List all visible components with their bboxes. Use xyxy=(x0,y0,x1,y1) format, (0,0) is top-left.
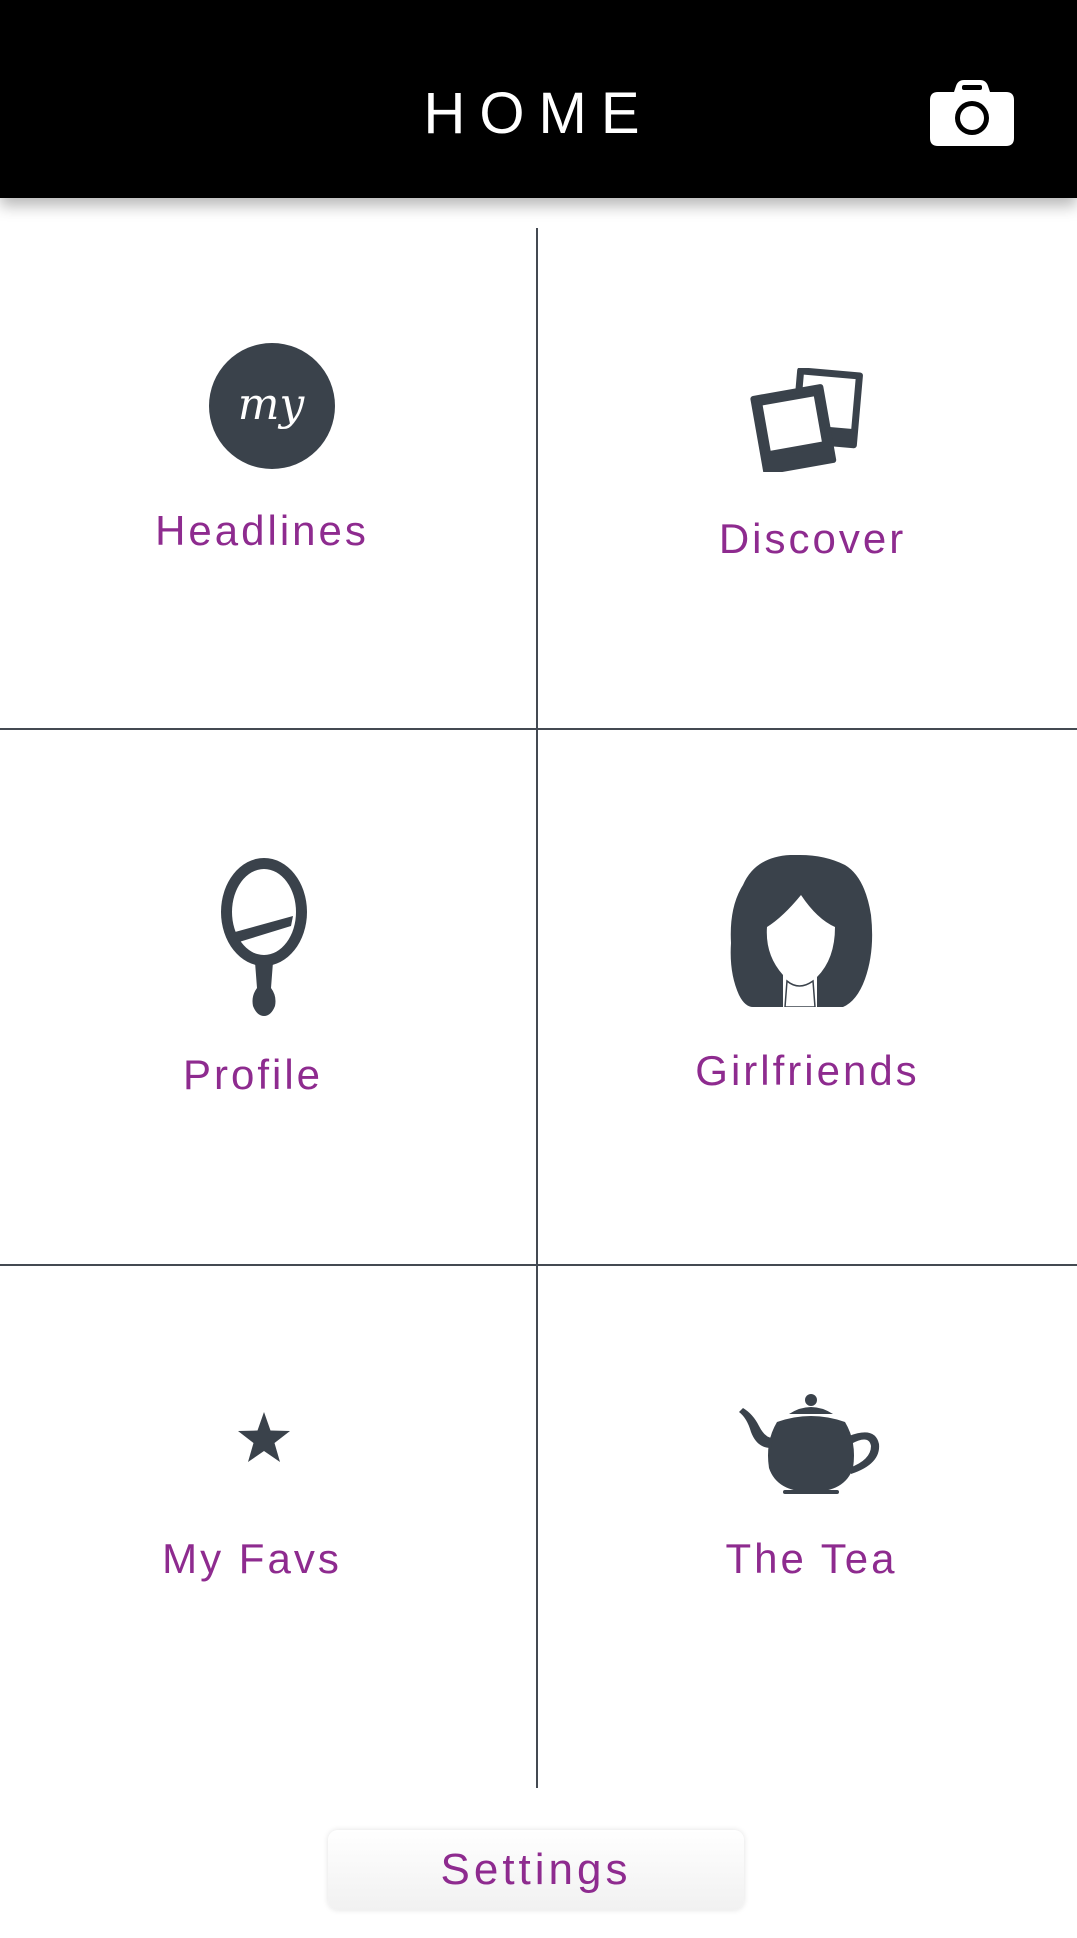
tile-my-favs[interactable]: My Favs xyxy=(0,1266,536,1788)
home-screen: HOME my Headlines Discover Profile Girlf… xyxy=(0,0,1077,1938)
tile-label: Discover xyxy=(718,515,907,562)
tile-label: Headlines xyxy=(155,507,369,554)
my-circle-icon: my xyxy=(209,343,335,469)
my-circle-text: my xyxy=(238,379,306,430)
tile-label: Girlfriends xyxy=(695,1047,920,1094)
top-bar: HOME xyxy=(0,0,1077,198)
camera-icon xyxy=(930,80,1014,146)
tile-girlfriends[interactable]: Girlfriends xyxy=(538,730,1077,1264)
tile-label: Profile xyxy=(182,1051,324,1098)
photos-icon xyxy=(749,368,863,472)
tile-discover[interactable]: Discover xyxy=(538,198,1077,728)
tile-label: My Favs xyxy=(162,1535,342,1582)
teapot-icon xyxy=(738,1394,879,1494)
settings-button[interactable]: Settings xyxy=(328,1830,744,1910)
hand-mirror-icon xyxy=(221,858,307,1016)
camera-button[interactable] xyxy=(930,80,1014,146)
star-icon xyxy=(238,1412,290,1462)
girl-silhouette-icon xyxy=(730,855,872,1007)
menu-grid: my Headlines Discover Profile Girlfriend… xyxy=(0,198,1077,1788)
tile-the-tea[interactable]: The Tea xyxy=(538,1266,1077,1788)
tile-label: The Tea xyxy=(725,1535,898,1582)
tile-headlines[interactable]: my Headlines xyxy=(0,198,536,728)
page-title: HOME xyxy=(423,81,654,146)
tile-profile[interactable]: Profile xyxy=(0,730,536,1264)
